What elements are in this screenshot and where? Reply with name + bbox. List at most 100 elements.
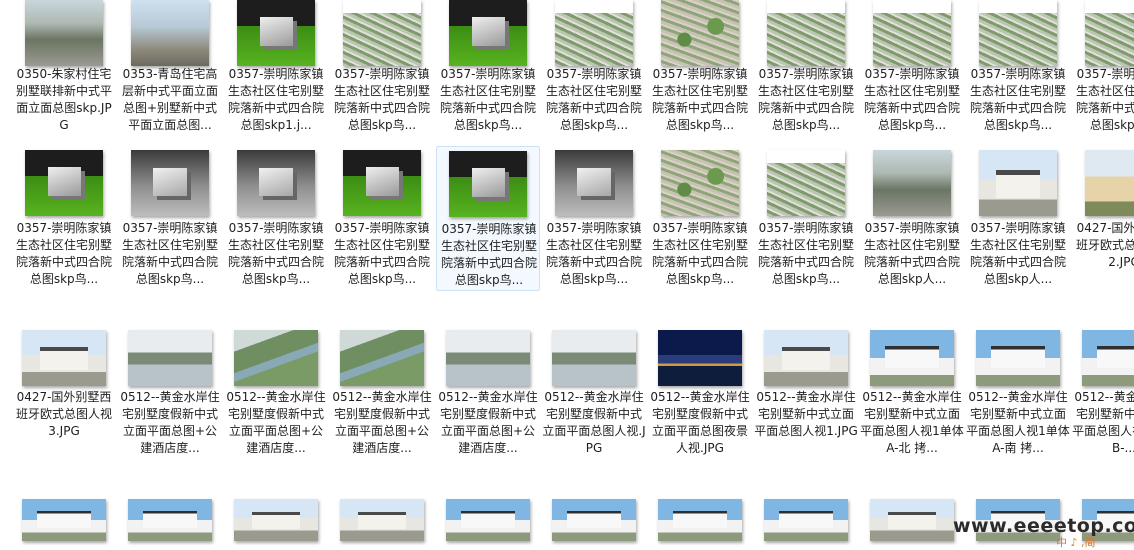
- file-name-label: 0357-崇明陈家镇生态社区住宅别墅院落新中式四合院总图skp鸟...: [1075, 67, 1134, 132]
- file-item[interactable]: 0357-崇明陈家镇生态社区住宅别墅院落新中式四合院总图skp1.j...: [224, 0, 328, 142]
- file-thumbnail[interactable]: [764, 330, 848, 386]
- file-item[interactable]: [542, 497, 646, 548]
- file-item[interactable]: 0357-崇明陈家镇生态社区住宅别墅院落新中式四合院总图skp鸟...: [330, 0, 434, 142]
- file-thumbnail[interactable]: [449, 151, 527, 217]
- file-thumbnail[interactable]: [446, 499, 530, 541]
- file-item[interactable]: 0512--黄金水岸住宅别墅度假新中式立面平面总图+公建酒店度...: [330, 318, 434, 460]
- file-item[interactable]: 0427-国外别墅西班牙欧式总图人视3.JPG: [12, 318, 116, 460]
- file-item[interactable]: 0357-崇明陈家镇生态社区住宅别墅院落新中式四合院总图skp鸟...: [330, 146, 434, 291]
- file-item[interactable]: 0512--黄金水岸住宅别墅新中式立面平面总图人视1.JPG: [754, 318, 858, 460]
- file-thumbnail-grid: 0350-朱家村住宅别墅联排新中式平面立面总图skp.JPG 0353-青岛住宅高…: [0, 0, 1134, 548]
- file-item[interactable]: [12, 497, 116, 548]
- file-item[interactable]: 0357-崇明陈家镇生态社区住宅别墅院落新中式四合院总图skp人...: [966, 146, 1070, 291]
- file-item[interactable]: 0357-崇明陈家镇生态社区住宅别墅院落新中式四合院总图skp鸟...: [860, 0, 964, 142]
- file-name-label: 0357-崇明陈家镇生态社区住宅别墅院落新中式四合院总图skp人...: [863, 221, 960, 286]
- file-name-label: 0512--黄金水岸住宅别墅度假新中式立面平面总图+公建酒店度...: [120, 390, 220, 455]
- file-thumbnail[interactable]: [128, 330, 212, 386]
- file-thumbnail[interactable]: [449, 0, 527, 66]
- file-thumbnail[interactable]: [25, 150, 103, 216]
- file-thumbnail[interactable]: [1085, 150, 1134, 216]
- file-thumbnail[interactable]: [767, 0, 845, 66]
- file-thumbnail[interactable]: [343, 0, 421, 66]
- file-thumbnail[interactable]: [343, 150, 421, 216]
- file-name-label: 0357-崇明陈家镇生态社区住宅别墅院落新中式四合院总图skp鸟...: [757, 221, 854, 286]
- file-item[interactable]: 0512--黄金水岸住宅别墅度假新中式立面平面总图+公建酒店度...: [224, 318, 328, 460]
- file-name-label: 0357-崇明陈家镇生态社区住宅别墅院落新中式四合院总图skp鸟...: [439, 67, 536, 132]
- file-item[interactable]: 0357-崇明陈家镇生态社区住宅别墅院落新中式四合院总图skp鸟...: [648, 146, 752, 291]
- file-thumbnail[interactable]: [1082, 330, 1134, 386]
- file-item[interactable]: 0357-崇明陈家镇生态社区住宅别墅院落新中式四合院总图skp鸟...: [542, 146, 646, 291]
- file-item[interactable]: 0512--黄金水岸住宅别墅度假新中式立面平面总图+公建酒店度...: [118, 318, 222, 460]
- file-item[interactable]: 0357-崇明陈家镇生态社区住宅别墅院落新中式四合院总图skp鸟...: [118, 146, 222, 291]
- file-item[interactable]: 0357-崇明陈家镇生态社区住宅别墅院落新中式四合院总图skp鸟...: [648, 0, 752, 142]
- file-name-label: 0357-崇明陈家镇生态社区住宅别墅院落新中式四合院总图skp鸟...: [863, 67, 960, 132]
- file-thumbnail[interactable]: [658, 330, 742, 386]
- file-thumbnail[interactable]: [131, 150, 209, 216]
- file-name-label: 0353-青岛住宅高层新中式平面立面总图+别墅新中式平面立面总图...: [121, 67, 218, 132]
- file-thumbnail[interactable]: [340, 330, 424, 386]
- file-item[interactable]: 0427-国外别墅西班牙欧式总图人视2.JPG: [1072, 146, 1134, 291]
- file-name-label: 0357-崇明陈家镇生态社区住宅别墅院落新中式四合院总图skp鸟...: [440, 222, 537, 287]
- file-thumbnail[interactable]: [870, 330, 954, 386]
- file-item[interactable]: 0512--黄金水岸住宅别墅度假新中式立面平面总图+公建酒店度...: [436, 318, 540, 460]
- file-thumbnail[interactable]: [555, 0, 633, 66]
- file-item[interactable]: 0353-青岛住宅高层新中式平面立面总图+别墅新中式平面立面总图...: [118, 0, 222, 142]
- file-item[interactable]: 0357-崇明陈家镇生态社区住宅别墅院落新中式四合院总图skp鸟...: [542, 0, 646, 142]
- file-thumbnail[interactable]: [552, 330, 636, 386]
- file-thumbnail[interactable]: [237, 150, 315, 216]
- file-name-label: 0357-崇明陈家镇生态社区住宅别墅院落新中式四合院总图skp鸟...: [121, 221, 218, 286]
- file-item[interactable]: 0357-崇明陈家镇生态社区住宅别墅院落新中式四合院总图skp鸟...: [1072, 0, 1134, 142]
- file-thumbnail[interactable]: [870, 499, 954, 541]
- file-item[interactable]: 0357-崇明陈家镇生态社区住宅别墅院落新中式四合院总图skp鸟...: [754, 146, 858, 291]
- file-thumbnail[interactable]: [873, 150, 951, 216]
- file-thumbnail[interactable]: [22, 330, 106, 386]
- file-thumbnail[interactable]: [552, 499, 636, 541]
- file-item[interactable]: 0512--黄金水岸住宅别墅度假新中式立面平面总图夜景人视.JPG: [648, 318, 752, 460]
- file-name-label: 0357-崇明陈家镇生态社区住宅别墅院落新中式四合院总图skp鸟...: [15, 221, 112, 286]
- file-thumbnail[interactable]: [22, 499, 106, 541]
- file-name-label: 0357-崇明陈家镇生态社区住宅别墅院落新中式四合院总图skp鸟...: [651, 221, 748, 286]
- file-thumbnail[interactable]: [128, 499, 212, 541]
- file-thumbnail[interactable]: [234, 330, 318, 386]
- file-item[interactable]: 0357-崇明陈家镇生态社区住宅别墅院落新中式四合院总图skp鸟...: [436, 146, 540, 291]
- file-item[interactable]: 0512--黄金水岸住宅别墅新中式立面平面总图人视1单体A-南 拷...: [966, 318, 1070, 460]
- file-item[interactable]: 0357-崇明陈家镇生态社区住宅别墅院落新中式四合院总图skp人...: [860, 146, 964, 291]
- file-thumbnail[interactable]: [979, 0, 1057, 66]
- file-thumbnail[interactable]: [979, 150, 1057, 216]
- file-item[interactable]: 0357-崇明陈家镇生态社区住宅别墅院落新中式四合院总图skp鸟...: [754, 0, 858, 142]
- file-name-label: 0357-崇明陈家镇生态社区住宅别墅院落新中式四合院总图skp鸟...: [227, 221, 324, 286]
- file-name-label: 0357-崇明陈家镇生态社区住宅别墅院落新中式四合院总图skp人...: [969, 221, 1066, 286]
- file-item[interactable]: [224, 497, 328, 548]
- file-item[interactable]: [118, 497, 222, 548]
- file-item[interactable]: 0512--黄金水岸住宅别墅度假新中式立面平面总图人视.JPG: [542, 318, 646, 460]
- file-item[interactable]: [754, 497, 858, 548]
- file-thumbnail[interactable]: [661, 150, 739, 216]
- file-thumbnail[interactable]: [661, 0, 739, 66]
- file-item[interactable]: 0357-崇明陈家镇生态社区住宅别墅院落新中式四合院总图skp鸟...: [224, 146, 328, 291]
- file-item[interactable]: [330, 497, 434, 548]
- file-thumbnail[interactable]: [234, 499, 318, 541]
- file-thumbnail[interactable]: [25, 0, 103, 66]
- file-thumbnail[interactable]: [764, 499, 848, 541]
- file-thumbnail[interactable]: [446, 330, 530, 386]
- file-item[interactable]: [436, 497, 540, 548]
- file-item[interactable]: 0350-朱家村住宅别墅联排新中式平面立面总图skp.JPG: [12, 0, 116, 142]
- file-item[interactable]: 0357-崇明陈家镇生态社区住宅别墅院落新中式四合院总图skp鸟...: [12, 146, 116, 291]
- file-name-label: 0512--黄金水岸住宅别墅度假新中式立面平面总图+公建酒店度...: [226, 390, 326, 455]
- file-thumbnail[interactable]: [873, 0, 951, 66]
- file-item[interactable]: [860, 497, 964, 548]
- file-thumbnail[interactable]: [658, 499, 742, 541]
- file-thumbnail[interactable]: [340, 499, 424, 541]
- file-item[interactable]: 0512--黄金水岸住宅别墅新中式立面平面总图人视1单体B-...: [1072, 318, 1134, 460]
- file-thumbnail[interactable]: [976, 330, 1060, 386]
- file-item[interactable]: 0512--黄金水岸住宅别墅新中式立面平面总图人视1单体A-北 拷...: [860, 318, 964, 460]
- file-item[interactable]: 0357-崇明陈家镇生态社区住宅别墅院落新中式四合院总图skp鸟...: [966, 0, 1070, 142]
- file-thumbnail[interactable]: [555, 150, 633, 216]
- file-thumbnail[interactable]: [131, 0, 209, 66]
- file-thumbnail[interactable]: [767, 150, 845, 216]
- file-thumbnail[interactable]: [237, 0, 315, 66]
- file-name-label: 0512--黄金水岸住宅别墅新中式立面平面总图人视1单体A-南 拷...: [966, 390, 1070, 455]
- file-item[interactable]: [648, 497, 752, 548]
- file-thumbnail[interactable]: [1085, 0, 1134, 66]
- file-item[interactable]: 0357-崇明陈家镇生态社区住宅别墅院落新中式四合院总图skp鸟...: [436, 0, 540, 142]
